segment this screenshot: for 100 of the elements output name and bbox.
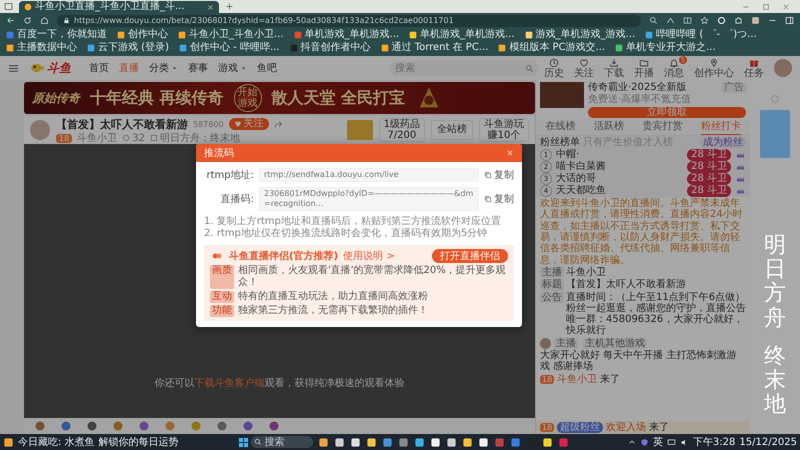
header-action[interactable]: 开播 [634, 58, 654, 78]
chat-tab[interactable]: 在线榜 [545, 120, 576, 135]
nav-link[interactable]: 首页 [89, 61, 109, 75]
profile-icon[interactable] [751, 16, 760, 25]
readonly-field[interactable]: rtmp://sendfwa1a.douyu.com/live [259, 168, 479, 182]
nav-link[interactable]: 鱼吧 [257, 61, 277, 75]
app-icon[interactable] [350, 436, 361, 448]
copy-button[interactable]: 复制 [484, 168, 514, 182]
address-bar[interactable]: https://www.douyu.com/beta/2306801?dyshid=a1fb69-50ad30834f133a21c6cd2cae00011701 [57, 14, 641, 26]
banner-slogan: 十年经典 再续传奇 [90, 88, 224, 108]
gift-icon[interactable] [268, 420, 280, 432]
app-icon[interactable] [318, 436, 329, 448]
copy-button[interactable]: 复制 [484, 192, 514, 206]
app-icon[interactable] [366, 436, 377, 448]
header-action[interactable]: 关注 [574, 58, 594, 78]
bookmark-link[interactable]: 主播数据中心 [6, 42, 77, 54]
nav-link[interactable]: 游戏 [218, 61, 247, 75]
info-text: 直播时间：（上午至11点到下午6点做）粉丝一起逛逛，感谢您的守护，直播公告唯一群：458096326，大家开心就好，快乐就行 [566, 292, 746, 337]
nav-link[interactable]: 赛事 [188, 61, 208, 75]
bookmark-favicon-icon [87, 44, 95, 52]
chat-tab[interactable]: 贵宾打赏 [642, 120, 682, 135]
header-action[interactable]: 创作中心 [694, 58, 734, 78]
header-action[interactable]: 历史 [544, 58, 564, 78]
app-icon[interactable] [542, 436, 553, 448]
bookmark-favicon-icon [524, 31, 533, 39]
bookmark-link[interactable]: 哔哩哔哩 ( ゜- ゜)つ... [645, 29, 757, 41]
refresh-icon[interactable] [23, 16, 32, 25]
new-tab-icon[interactable] [225, 2, 234, 11]
app-icon[interactable] [478, 436, 489, 448]
input-method-indicator[interactable]: 英 [652, 435, 663, 449]
app-icon[interactable] [446, 436, 457, 448]
search-field[interactable]: 搜索 [389, 60, 539, 76]
app-icon[interactable] [430, 436, 441, 448]
streamer-avatar [30, 120, 50, 140]
close-icon[interactable] [782, 2, 790, 10]
bookmark-link[interactable]: 游戏_单机游戏_游戏... [524, 29, 636, 41]
chat-tab[interactable]: 活跃榜 [594, 120, 624, 135]
header-action[interactable]: 下载 [604, 58, 624, 78]
game-thumbnail[interactable] [346, 120, 373, 140]
gift-icon[interactable] [86, 420, 98, 432]
user-name: 斗鱼小卫 [557, 374, 598, 385]
sidebar-icon[interactable] [785, 16, 794, 25]
bookmark-link[interactable]: 斗鱼小卫_斗鱼小卫... [178, 29, 284, 41]
start-game-button[interactable]: 开始游戏 [234, 84, 262, 112]
bookmark-link[interactable]: 模组版本 PC游戏交... [498, 42, 606, 54]
share-icon[interactable] [274, 120, 283, 128]
split-screen-icon[interactable] [683, 16, 692, 25]
food-widget-icon[interactable] [3, 436, 14, 448]
game-logo-text: 原始传奇 [32, 90, 80, 106]
gift-icon[interactable] [242, 420, 254, 432]
app-icon[interactable] [462, 436, 473, 448]
site-logo-text: 斗鱼 [47, 60, 71, 76]
tab-actions-icon[interactable] [4, 2, 13, 11]
fan-list-label: 粉丝榜单 [540, 136, 580, 148]
follower-count: 587800 [193, 120, 224, 128]
bookmark-link[interactable]: 创作中心 [117, 29, 168, 41]
app-icon[interactable] [414, 436, 425, 448]
zoom-icon[interactable] [649, 16, 658, 25]
ad-subtitle: 免费送·高爆率不氪充值 [588, 94, 692, 106]
gift-icon[interactable] [60, 420, 72, 432]
header-action[interactable]: 任务 [744, 58, 764, 78]
promo-title: 斗鱼直播伴侣(官方推荐) [229, 249, 338, 263]
bookmark-link[interactable]: 云下游戏 (登录) [87, 42, 169, 54]
open-app-button[interactable]: 打开直播伴侣 [432, 249, 508, 263]
user-name: 欢迎入场 [606, 422, 646, 433]
shield-icon[interactable] [640, 438, 649, 446]
heart-icon [234, 120, 242, 128]
info-text: 【首发】太吓人不敢看新游 [566, 279, 686, 291]
instruction-text: 1. 复制上方rtmp地址和直播码后，粘贴到第三方推流软件对应位置 [204, 216, 502, 228]
bookmark-link[interactable]: 通过 Torrent 在 PC... [380, 42, 488, 54]
info-text: 斗鱼小卫 [566, 266, 606, 278]
taskbar-search-field[interactable]: 搜索 [250, 436, 313, 448]
close-icon[interactable] [207, 4, 214, 10]
leaderboard-button[interactable]: 全站榜 [431, 120, 473, 140]
gift-icon[interactable] [138, 420, 150, 432]
maximize-icon[interactable] [762, 2, 770, 10]
gift-icon[interactable] [216, 420, 228, 432]
readonly-field[interactable]: 2306801rMDdwpplo?dyID=——————————&dm=recognition... [259, 187, 479, 211]
bookmark-link[interactable]: 单机游戏_单机游戏... [409, 29, 515, 41]
home-icon[interactable] [40, 16, 49, 25]
back-icon[interactable] [6, 16, 15, 25]
tray-chevron-icon[interactable] [628, 438, 636, 446]
bookmark-link[interactable]: 单机专业开大游之... [615, 42, 716, 54]
rank-box[interactable]: 1级药品 7/200 [378, 118, 425, 142]
app-icon[interactable] [334, 436, 345, 448]
fan-badge: 28 斗卫 [687, 149, 731, 162]
bookmark-link[interactable]: 抖音创作者中心 [290, 42, 370, 54]
nav-link[interactable]: 分类 [149, 61, 178, 75]
browser-tab[interactable]: 斗鱼小卫直播_斗鱼小卫直播_斗... [19, 1, 219, 13]
task-box[interactable]: 斗鱼游玩 赚10个 [479, 118, 529, 142]
gift-icon[interactable] [34, 420, 46, 432]
bookmark-link[interactable]: 单机游戏_单机游戏... [294, 29, 400, 41]
clock-date: 15/12/2025 [739, 436, 798, 448]
field-label: 直播码: [220, 192, 254, 206]
start-icon[interactable] [238, 436, 249, 448]
bookmark-link[interactable]: 创作中心 - 哔哩哔... [178, 42, 280, 54]
network-icon[interactable] [666, 438, 676, 446]
star-icon[interactable] [700, 16, 709, 25]
bookmark-link[interactable]: 百度一下，你就知道 [6, 29, 107, 41]
circle-icon[interactable] [717, 16, 726, 25]
